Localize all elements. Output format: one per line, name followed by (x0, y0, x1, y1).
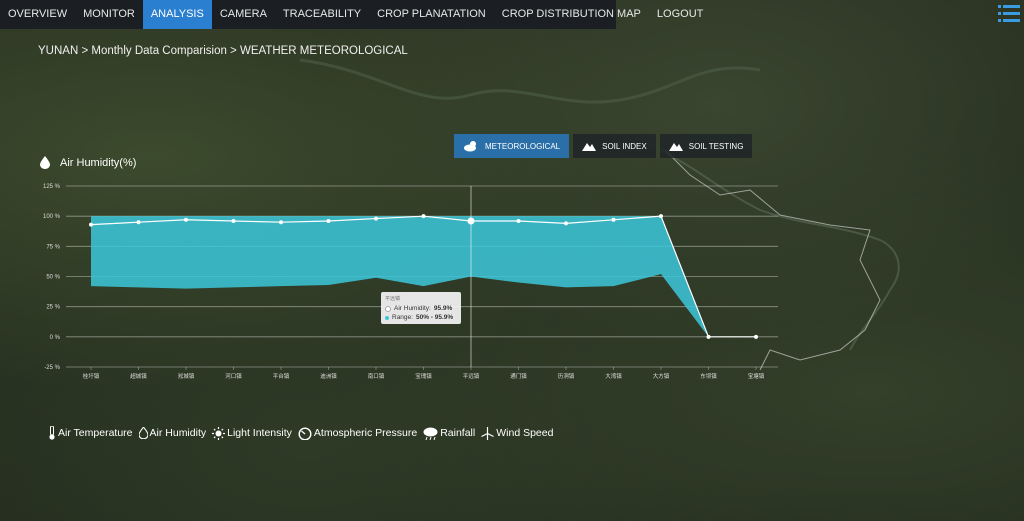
legend-atmospheric-pressure[interactable]: Atmospheric Pressure (298, 427, 417, 440)
x-tick-label: 宝塘镇 (748, 372, 765, 380)
legend-label: Air Temperature (58, 427, 133, 439)
x-tick-label: 超城镇 (130, 372, 147, 380)
tooltip-range-value: 50% - 95.9% (415, 314, 454, 321)
y-tick-label: -25 % (44, 365, 60, 371)
x-tick-label: 宝瑰镇 (415, 372, 432, 380)
humidity-point (467, 217, 475, 225)
humidity-point (231, 218, 236, 223)
humidity-point (136, 220, 141, 225)
legend-rainfall[interactable]: Rainfall (423, 427, 475, 440)
rain-cloud-icon (423, 427, 438, 440)
y-tick-label: 75 % (46, 244, 60, 250)
humidity-point (564, 221, 568, 226)
tooltip-humidity-label: Air Humidity: (394, 305, 431, 312)
humidity-chart: 125 % 100 % 75 % 50 % 25 % 0 % -25 % 桂圩镇 超城镇 淞城镇 河… (43, 184, 778, 380)
series-dot-icon (385, 305, 391, 312)
legend-label: Rainfall (440, 427, 476, 439)
legend-air-temperature[interactable]: Air Temperature (48, 426, 133, 440)
thermometer-icon (49, 426, 55, 440)
wind-turbine-icon (481, 426, 495, 440)
x-tick-label: 平台镇 (273, 372, 290, 380)
legend-label: Atmospheric Pressure (313, 427, 418, 439)
x-tick-label: 历洞镇 (558, 372, 575, 380)
humidity-point (89, 222, 93, 227)
humidity-point (326, 218, 331, 223)
x-tick-label: 平远镇 (463, 372, 480, 380)
y-tick-label: 50 % (46, 275, 60, 281)
humidity-point (374, 216, 378, 221)
chart-tooltip: 平远镇 Air Humidity: 95.9% Range: 50% - 95.… (381, 292, 461, 324)
humidity-point (421, 214, 426, 219)
x-tick-label: 大湾镇 (605, 372, 622, 380)
x-tick-label: 迪洲镇 (320, 372, 337, 380)
humidity-point (659, 214, 663, 219)
x-tick-label: 大方镇 (653, 372, 670, 380)
tooltip-header: 平远镇 (385, 296, 401, 302)
metric-legend: Air Temperature Air Humidity Light Inten… (48, 426, 555, 440)
tooltip-humidity-row: Air Humidity: 95.9% (385, 304, 457, 313)
tooltip-range-row: Range: 50% - 95.9% (385, 313, 457, 322)
gauge-icon (298, 427, 312, 440)
sun-icon (212, 426, 226, 440)
y-tick-label: 100 % (43, 214, 61, 220)
tooltip-range-label: Range: (392, 314, 413, 321)
legend-label: Wind Speed (496, 427, 554, 439)
x-tick-label: 东坝镇 (700, 372, 717, 380)
humidity-point (706, 334, 711, 339)
legend-label: Air Humidity (149, 427, 207, 439)
tooltip-humidity-value: 95.9% (433, 305, 453, 312)
x-tick-label: 通门镇 (510, 372, 527, 380)
x-tick-label: 河口镇 (225, 372, 242, 380)
y-tick-label: 25 % (46, 305, 60, 311)
legend-label: Light Intensity (227, 427, 292, 439)
x-tick-label: 南口镇 (368, 372, 385, 380)
y-tick-label: 125 % (43, 184, 61, 190)
humidity-point (754, 334, 758, 339)
humidity-point (516, 218, 521, 223)
humidity-point (184, 217, 188, 222)
legend-wind-speed[interactable]: Wind Speed (481, 426, 554, 440)
humidity-point (611, 217, 616, 222)
x-tick-label: 桂圩镇 (83, 372, 100, 380)
series-dot-icon (385, 315, 389, 320)
legend-light-intensity[interactable]: Light Intensity (212, 426, 292, 440)
droplet-icon (138, 427, 148, 439)
y-tick-label: 0 % (50, 335, 61, 341)
legend-air-humidity[interactable]: Air Humidity (138, 427, 207, 439)
humidity-point (279, 220, 283, 225)
x-tick-label: 淞城镇 (178, 372, 195, 380)
